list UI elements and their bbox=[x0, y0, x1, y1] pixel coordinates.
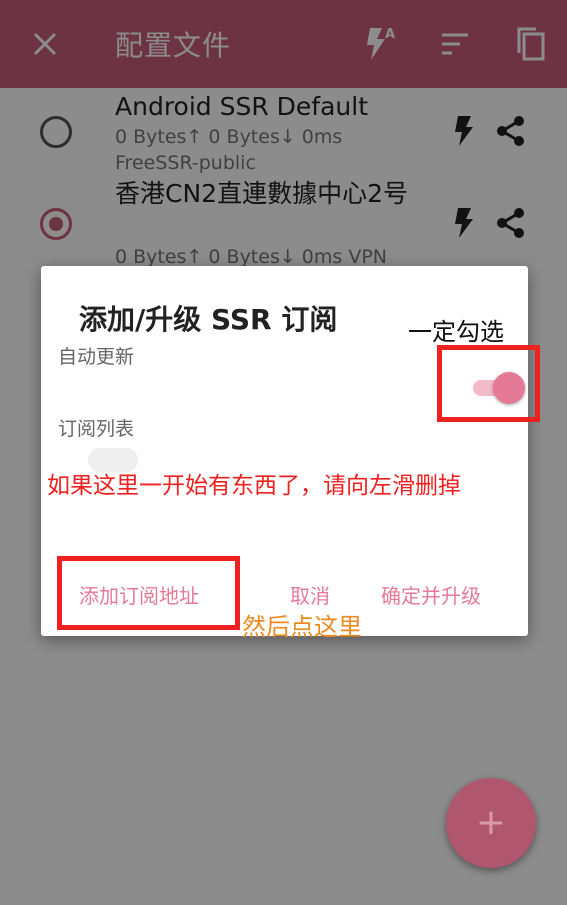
highlight-add-button-box bbox=[57, 556, 240, 630]
cancel-button[interactable]: 取消 bbox=[290, 580, 330, 609]
add-profile-fab[interactable]: + bbox=[446, 778, 536, 868]
confirm-upgrade-button[interactable]: 确定并升级 bbox=[381, 580, 481, 609]
highlight-switch-box bbox=[437, 345, 540, 422]
plus-icon: + bbox=[475, 802, 507, 843]
dialog-title: 添加/升级 SSR 订阅 bbox=[79, 303, 338, 336]
annotation-swipe-note: 如果这里一开始有东西了，请向左滑删掉 bbox=[47, 473, 461, 499]
annotation-then-click: 然后点这里 bbox=[242, 613, 362, 641]
subscription-list-label: 订阅列表 bbox=[58, 418, 135, 440]
auto-update-label: 自动更新 bbox=[58, 346, 135, 368]
annotation-must-check: 一定勾选 bbox=[408, 318, 504, 346]
